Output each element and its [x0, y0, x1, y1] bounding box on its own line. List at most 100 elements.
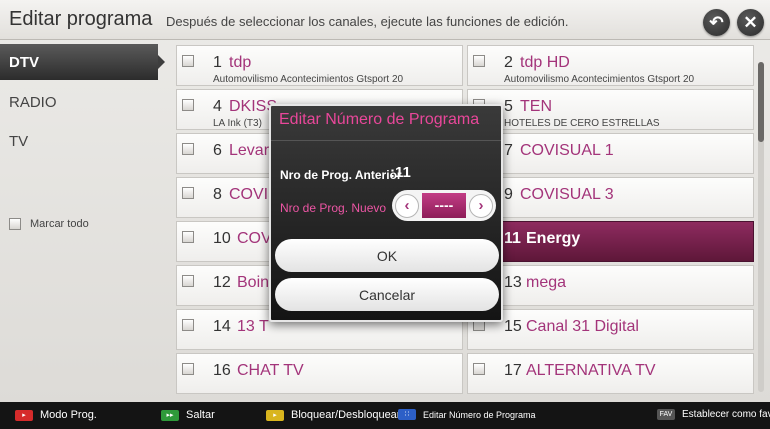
- channel-item[interactable]: 1 tdp Automovilismo Acontecimientos Gtsp…: [176, 45, 463, 86]
- channel-item[interactable]: 7 COVISUAL 1: [467, 133, 754, 174]
- channel-item[interactable]: 16 CHAT TV: [176, 353, 463, 394]
- back-arrow-icon: ↶: [709, 12, 724, 32]
- channel-name: ALTERNATIVA TV: [526, 362, 656, 379]
- channel-item[interactable]: 2 tdp HD Automovilismo Acontecimientos G…: [467, 45, 754, 86]
- green-key-icon: ▸▸: [161, 409, 179, 421]
- channel-name: Boin: [237, 274, 270, 291]
- header-bar: Editar programa Después de seleccionar l…: [0, 0, 770, 40]
- page-subtitle: Después de seleccionar los canales, ejec…: [166, 14, 569, 29]
- hint-label: Modo Prog.: [40, 409, 97, 421]
- channel-item[interactable]: 15 Canal 31 Digital: [467, 309, 754, 350]
- channel-number: 4: [213, 98, 222, 115]
- channel-checkbox[interactable]: [182, 363, 194, 375]
- channel-item-selected[interactable]: 11 Energy: [467, 221, 754, 262]
- channel-checkbox[interactable]: [182, 231, 194, 243]
- hint-label: Saltar: [186, 409, 215, 421]
- channel-checkbox[interactable]: [473, 363, 485, 375]
- new-number-label: Nro de Prog. Nuevo: [280, 201, 387, 215]
- scrollbar[interactable]: [758, 62, 764, 392]
- channel-number: 11: [504, 230, 521, 247]
- mark-all-checkbox[interactable]: [9, 218, 21, 230]
- channel-name: Energy: [526, 230, 581, 247]
- close-button[interactable]: ✕: [737, 9, 764, 36]
- chevron-left-icon: ‹: [404, 197, 410, 214]
- channel-item[interactable]: 17 ALTERNATIVA TV: [467, 353, 754, 394]
- increment-button[interactable]: ›: [469, 193, 493, 218]
- channel-number: 13: [504, 274, 522, 291]
- dialog-title: Editar Número de Programa: [279, 111, 480, 128]
- sidebar-item-label: DTV: [9, 54, 39, 71]
- channel-checkbox[interactable]: [182, 275, 194, 287]
- channel-name: COVISUAL 1: [520, 142, 614, 159]
- channel-name: CHAT TV: [237, 362, 304, 379]
- hint-edit-number[interactable]: ∷ Editar Número de Programa: [398, 409, 536, 420]
- channel-item[interactable]: 13 mega: [467, 265, 754, 306]
- channel-name: tdp: [229, 54, 252, 71]
- dialog-divider: [271, 140, 501, 141]
- hint-skip[interactable]: ▸▸ Saltar: [161, 409, 215, 421]
- hint-label: Editar Número de Programa: [423, 409, 536, 420]
- mark-all-label: Marcar todo: [30, 218, 89, 230]
- channel-program: LA Ink (T3): [213, 118, 262, 129]
- channel-item[interactable]: 9 COVISUAL 3: [467, 177, 754, 218]
- hint-set-favorite[interactable]: FAV Establecer como favorito: [657, 409, 770, 420]
- channel-number: 15: [504, 318, 522, 335]
- channel-name: tdp HD: [520, 54, 570, 71]
- sidebar-item-radio[interactable]: RADIO: [0, 84, 165, 120]
- channel-name: mega: [526, 274, 567, 291]
- channel-checkbox[interactable]: [182, 99, 194, 111]
- channel-program: Automovilismo Acontecimientos Gtsport 20: [213, 74, 404, 85]
- page-title: Editar programa: [9, 8, 153, 30]
- back-button[interactable]: ↶: [703, 9, 730, 36]
- chevron-right-icon: ›: [478, 197, 484, 214]
- scrollbar-thumb[interactable]: [758, 62, 764, 142]
- previous-number-value: :11: [390, 164, 411, 181]
- channel-number: 8: [213, 186, 222, 203]
- hint-program-mode[interactable]: ▸ Modo Prog.: [15, 409, 97, 421]
- channel-number: 9: [504, 186, 513, 203]
- close-icon: ✕: [743, 12, 758, 32]
- decrement-button[interactable]: ‹: [395, 193, 419, 218]
- channel-number: 17: [504, 362, 522, 379]
- channel-program: HOTELES DE CERO ESTRELLAS: [504, 118, 660, 129]
- channel-name: Levar: [229, 142, 270, 159]
- fav-key-icon: FAV: [657, 409, 675, 420]
- channel-number: 2: [504, 54, 513, 71]
- sidebar-item-label: RADIO: [9, 94, 57, 111]
- edit-program-number-dialog: Editar Número de Programa Nro de Prog. A…: [269, 104, 503, 322]
- channel-number: 16: [213, 362, 231, 379]
- new-number-stepper[interactable]: ‹ ---- ›: [392, 190, 496, 221]
- channel-checkbox[interactable]: [182, 319, 194, 331]
- mark-all-option[interactable]: Marcar todo: [9, 218, 89, 230]
- channel-checkbox[interactable]: [182, 143, 194, 155]
- footer-hints-bar: ▸ Modo Prog. ▸▸ Saltar ▸ Bloquear/Desblo…: [0, 402, 770, 429]
- channel-number: 5: [504, 98, 513, 115]
- hint-lock-unlock[interactable]: ▸ Bloquear/Desbloquear: [266, 409, 400, 421]
- channel-number: 12: [213, 274, 231, 291]
- hint-label: Establecer como favorito: [682, 409, 770, 420]
- sidebar-item-label: TV: [9, 133, 29, 150]
- hint-label: Bloquear/Desbloquear: [291, 409, 401, 421]
- channel-name: COV: [237, 230, 272, 247]
- channel-program: Automovilismo Acontecimientos Gtsport 20: [504, 74, 695, 85]
- channel-number: 7: [504, 142, 513, 159]
- channel-number: 1: [213, 54, 222, 71]
- channel-checkbox[interactable]: [182, 187, 194, 199]
- sidebar: DTV RADIO TV Marcar todo: [0, 42, 170, 402]
- red-key-icon: ▸: [15, 409, 33, 421]
- channel-number: 10: [213, 230, 231, 247]
- channel-checkbox[interactable]: [182, 55, 194, 67]
- ok-button[interactable]: OK: [275, 239, 499, 272]
- channel-checkbox[interactable]: [473, 55, 485, 67]
- channel-number: 6: [213, 142, 222, 159]
- channel-name: 13 T: [237, 318, 269, 335]
- channel-name: Canal 31 Digital: [526, 318, 639, 335]
- channel-name: TEN: [520, 98, 552, 115]
- sidebar-item-dtv[interactable]: DTV: [0, 44, 165, 80]
- channel-item[interactable]: 5 TEN HOTELES DE CERO ESTRELLAS: [467, 89, 754, 130]
- channel-name: COVISUAL 3: [520, 186, 614, 203]
- cancel-button[interactable]: Cancelar: [275, 278, 499, 311]
- channel-number: 14: [213, 318, 231, 335]
- sidebar-item-tv[interactable]: TV: [0, 123, 165, 159]
- new-number-input[interactable]: ----: [422, 193, 466, 218]
